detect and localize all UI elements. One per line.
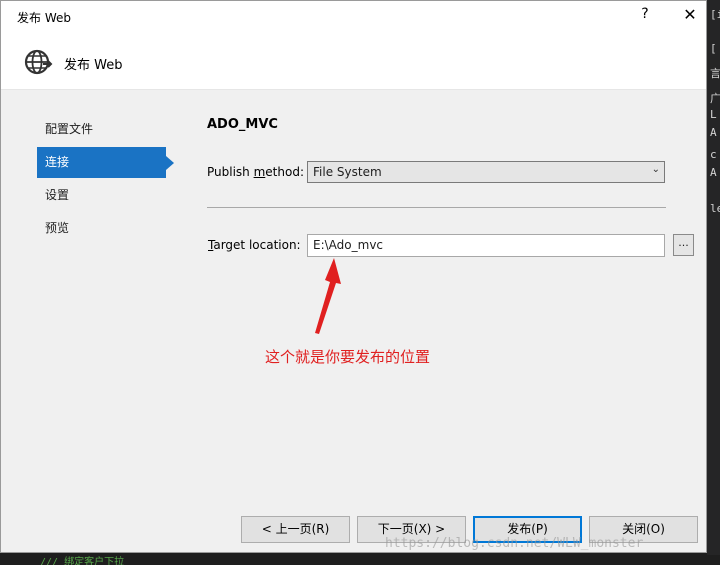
nav-item-settings[interactable]: 设置 bbox=[37, 180, 167, 211]
prev-button[interactable]: < 上一页(R) bbox=[241, 516, 350, 543]
nav-item-preview[interactable]: 预览 bbox=[37, 213, 167, 244]
ide-char: [i bbox=[710, 8, 720, 21]
ide-char: L bbox=[710, 108, 717, 121]
target-location-input[interactable]: E:\Ado_mvc bbox=[307, 234, 665, 257]
header-title: 发布 Web bbox=[64, 58, 123, 73]
label-part: ethod: bbox=[265, 165, 304, 179]
ide-code-line: /// 绑定客户下拉 bbox=[0, 555, 720, 565]
close-window-button[interactable]: ✕ bbox=[676, 5, 704, 27]
help-button[interactable]: ? bbox=[633, 6, 657, 26]
publish-method-value: File System bbox=[313, 165, 382, 179]
wizard-nav: 配置文件 连接 设置 预览 bbox=[37, 114, 174, 246]
annotation-arrow-icon bbox=[315, 258, 341, 334]
ide-char: c bbox=[710, 148, 717, 161]
ide-char: A bbox=[710, 126, 717, 139]
dialog-header: 发布 Web bbox=[1, 32, 706, 90]
nav-item-profile[interactable]: 配置文件 bbox=[37, 114, 167, 145]
target-location-label: Target location: bbox=[208, 238, 301, 252]
publish-method-select[interactable]: File System ⌄ bbox=[307, 161, 665, 183]
globe-icon bbox=[24, 49, 53, 75]
publish-web-dialog: 发布 Web ? ✕ 发布 Web 配置文件 连接 设置 预览 ADO_MVC … bbox=[0, 0, 707, 553]
divider bbox=[207, 207, 666, 208]
watermark: https://blog.csdn.net/WLW_monster bbox=[385, 536, 644, 551]
chevron-down-icon: ⌄ bbox=[651, 164, 660, 175]
ide-char: [ bbox=[710, 42, 717, 55]
profile-title: ADO_MVC bbox=[207, 117, 278, 132]
ide-code-text: /// 绑定客户下拉 bbox=[40, 557, 125, 565]
title-bar[interactable]: 发布 Web ? ✕ bbox=[1, 1, 706, 32]
ide-char: 广 bbox=[710, 92, 720, 105]
label-part: Publish bbox=[207, 165, 254, 179]
nav-item-connection[interactable]: 连接 bbox=[37, 147, 174, 178]
publish-method-label: Publish method: bbox=[207, 165, 304, 179]
label-accesskey: m bbox=[253, 165, 266, 179]
window-title: 发布 Web bbox=[17, 11, 71, 25]
ide-side-panel: [i [ 言 广 L A c A le bbox=[707, 0, 720, 565]
label-part: arget location: bbox=[213, 238, 301, 252]
annotation-text: 这个就是你要发布的位置 bbox=[265, 348, 431, 366]
ide-char: 言 bbox=[710, 67, 720, 80]
browse-button[interactable]: ... bbox=[673, 234, 694, 256]
ide-char: le bbox=[710, 202, 720, 215]
ide-char: A bbox=[710, 166, 717, 179]
